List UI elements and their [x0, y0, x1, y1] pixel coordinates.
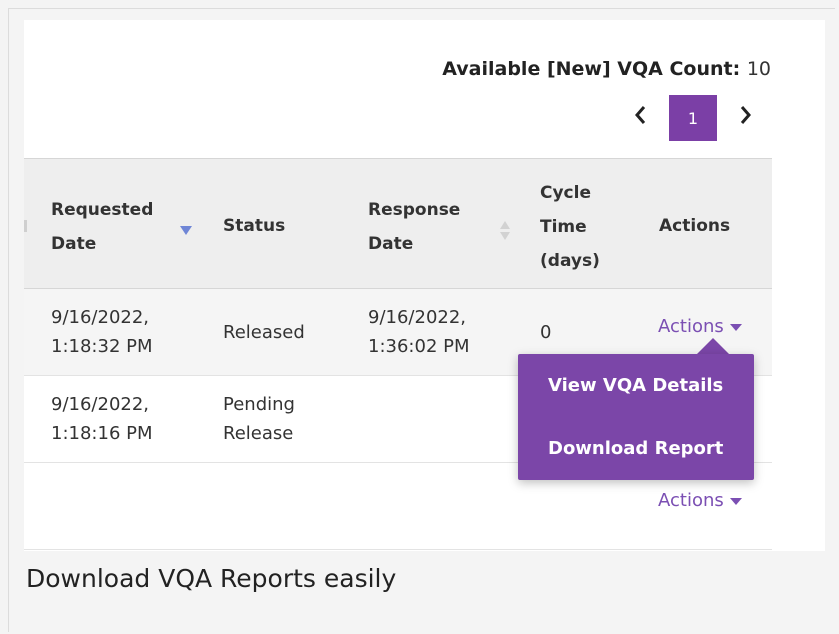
col-cycle-time: Cycle Time (days): [540, 183, 600, 271]
sort-descending-icon[interactable]: [180, 226, 192, 235]
col-actions: Actions: [659, 216, 731, 236]
pagination-prev-button[interactable]: [633, 104, 647, 126]
caret-down-icon: [729, 323, 742, 331]
count-label: Available [New] VQA Count:: [442, 58, 741, 80]
col-status: Status: [223, 216, 286, 236]
count-value: 10: [746, 58, 771, 80]
actions-dropdown-menu: View VQA Details Download Report: [518, 354, 754, 480]
chevron-left-icon: [635, 106, 646, 124]
available-vqa-count: Available [New] VQA Count: 10: [442, 58, 771, 80]
requested-date-cell: 9/16/2022, 1:18:16 PM: [51, 394, 153, 444]
status-cell: Pending Release: [223, 394, 295, 444]
menu-item-download-report[interactable]: Download Report: [548, 438, 723, 459]
caption-text: Download VQA Reports easily: [26, 564, 397, 593]
cycle-time-cell: 0: [540, 322, 552, 343]
row-actions-dropdown[interactable]: Actions: [658, 490, 742, 511]
menu-pointer: [696, 338, 730, 355]
sort-both-icon[interactable]: [499, 221, 511, 241]
col-response-date[interactable]: Response Date: [368, 193, 460, 261]
menu-item-view-vqa-details[interactable]: View VQA Details: [548, 375, 723, 396]
pagination-next-button[interactable]: [739, 104, 753, 126]
table-header: Requested Date Status Response Date Cycl…: [24, 158, 772, 289]
requested-date-cell: 9/16/2022, 1:18:32 PM: [51, 307, 153, 357]
column-edge-marker: [24, 220, 27, 232]
caret-down-icon: [729, 497, 742, 505]
row-actions-dropdown[interactable]: Actions: [658, 316, 742, 337]
col-requested-date[interactable]: Requested Date: [51, 193, 153, 261]
chevron-right-icon: [740, 106, 751, 124]
status-cell: Released: [223, 322, 305, 343]
pagination-current-page[interactable]: 1: [669, 95, 717, 141]
response-date-cell: 9/16/2022, 1:36:02 PM: [368, 307, 470, 357]
